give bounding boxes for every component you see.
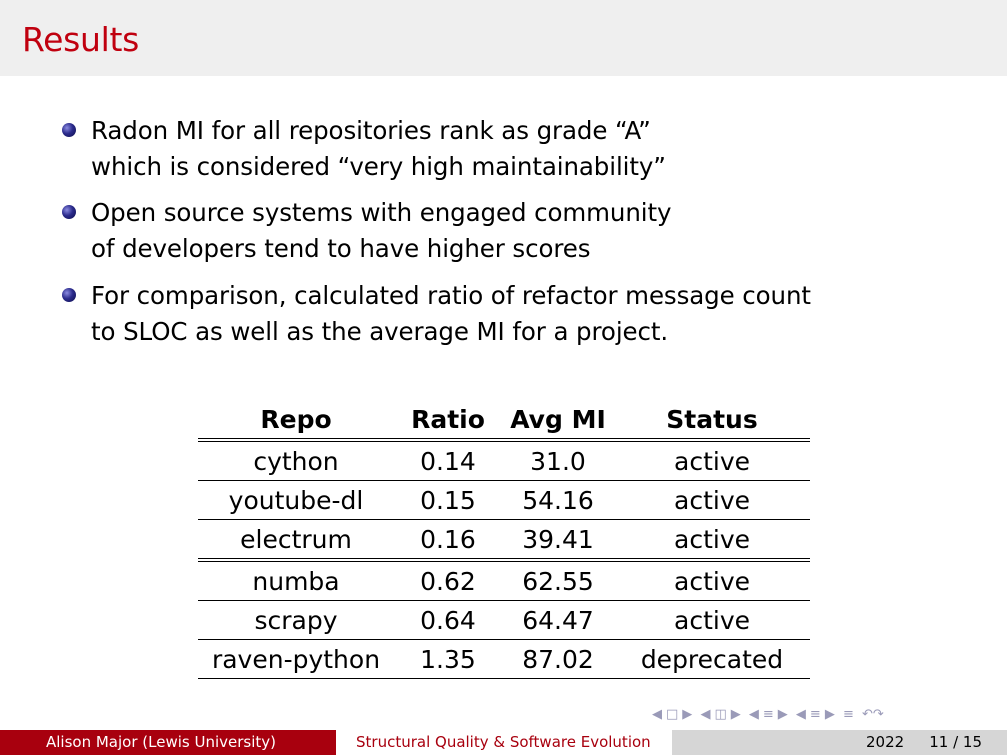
nav-doc-right-icon[interactable]: ▶	[825, 705, 835, 725]
nav-subsection-icon[interactable]: ◫	[714, 705, 726, 725]
nav-subsection-right-icon[interactable]: ▶	[731, 705, 741, 725]
column-header-ratio: Ratio	[394, 400, 502, 442]
footer-title-box: Structural Quality & Software Evolution	[336, 730, 672, 755]
bullet-text: to SLOC as well as the average MI for a …	[91, 317, 669, 346]
table-row: electrum 0.16 39.41 active	[198, 519, 810, 562]
table-row: numba 0.62 62.55 active	[198, 560, 810, 601]
slide-title: Results	[22, 20, 140, 59]
table-row: youtube-dl 0.15 54.16 active	[198, 480, 810, 520]
bullet-text: For comparison, calculated ratio of refa…	[91, 281, 811, 310]
column-header-status: Status	[614, 400, 810, 442]
table-cell-avg-mi: 64.47	[502, 600, 614, 640]
table-cell-repo: electrum	[198, 519, 394, 562]
bullet-icon	[62, 123, 76, 137]
table-cell-status: active	[614, 480, 810, 520]
table-cell-avg-mi: 62.55	[502, 560, 614, 601]
nav-section-icon[interactable]: ≡	[763, 705, 774, 725]
table-cell-repo: cython	[198, 440, 394, 481]
nav-toc-icon[interactable]: ≡	[843, 705, 854, 725]
nav-section-left-icon[interactable]: ◀	[749, 705, 759, 725]
footer-year: 2022	[866, 733, 905, 751]
table-cell-ratio: 0.16	[394, 519, 502, 562]
beamer-navigation: ◀ □ ▶ ◀ ◫ ▶ ◀ ≡ ▶ ◀ ≡ ▶ ≡ ↶↷	[652, 705, 888, 725]
table-row: cython 0.14 31.0 active	[198, 440, 810, 481]
table-cell-ratio: 0.62	[394, 560, 502, 601]
table-cell-status: deprecated	[614, 639, 810, 679]
column-header-avg-mi: Avg MI	[502, 400, 614, 442]
footer-author: Alison Major (Lewis University)	[46, 733, 276, 751]
footer-title: Structural Quality & Software Evolution	[356, 733, 651, 751]
bullet-icon	[62, 205, 76, 219]
table-cell-ratio: 0.64	[394, 600, 502, 640]
table-cell-ratio: 0.14	[394, 440, 502, 481]
table-cell-ratio: 1.35	[394, 639, 502, 679]
table-cell-ratio: 0.15	[394, 480, 502, 520]
results-table: Repo Ratio Avg MI Status cython 0.14 31.…	[198, 400, 810, 679]
footer: Alison Major (Lewis University) Structur…	[0, 730, 1007, 755]
bullet-text: Open source systems with engaged communi…	[91, 198, 672, 227]
nav-section-right-icon[interactable]: ▶	[778, 705, 788, 725]
table-cell-status: active	[614, 519, 810, 562]
column-header-repo: Repo	[198, 400, 394, 442]
table-cell-repo: numba	[198, 560, 394, 601]
nav-frame-icon[interactable]: □	[666, 705, 678, 725]
title-bar: Results	[0, 0, 1007, 76]
table-row: scrapy 0.64 64.47 active	[198, 600, 810, 640]
table-cell-avg-mi: 39.41	[502, 519, 614, 562]
nav-frame-right-icon[interactable]: ▶	[682, 705, 692, 725]
nav-search-icon[interactable]: ↶↷	[862, 705, 884, 725]
table-cell-repo: scrapy	[198, 600, 394, 640]
table-cell-repo: youtube-dl	[198, 480, 394, 520]
footer-page-number: 11 / 15	[929, 733, 982, 751]
table-cell-avg-mi: 31.0	[502, 440, 614, 481]
table-cell-avg-mi: 54.16	[502, 480, 614, 520]
table-cell-status: active	[614, 560, 810, 601]
table-cell-status: active	[614, 440, 810, 481]
table-header-row: Repo Ratio Avg MI Status	[198, 400, 810, 442]
nav-frame-left-icon[interactable]: ◀	[652, 705, 662, 725]
bullet-text: Radon MI for all repositories rank as gr…	[91, 116, 651, 145]
table-cell-repo: raven-python	[198, 639, 394, 679]
nav-doc-icon[interactable]: ≡	[810, 705, 821, 725]
footer-author-box: Alison Major (Lewis University)	[0, 730, 336, 755]
table-row: raven-python 1.35 87.02 deprecated	[198, 639, 810, 679]
bullet-icon	[62, 288, 76, 302]
nav-subsection-left-icon[interactable]: ◀	[700, 705, 710, 725]
table-cell-avg-mi: 87.02	[502, 639, 614, 679]
table-cell-status: active	[614, 600, 810, 640]
footer-meta-box: 2022 11 / 15	[672, 730, 1007, 755]
bullet-text: of developers tend to have higher scores	[91, 234, 591, 263]
bullet-text: which is considered “very high maintaina…	[91, 152, 666, 181]
nav-doc-left-icon[interactable]: ◀	[796, 705, 806, 725]
